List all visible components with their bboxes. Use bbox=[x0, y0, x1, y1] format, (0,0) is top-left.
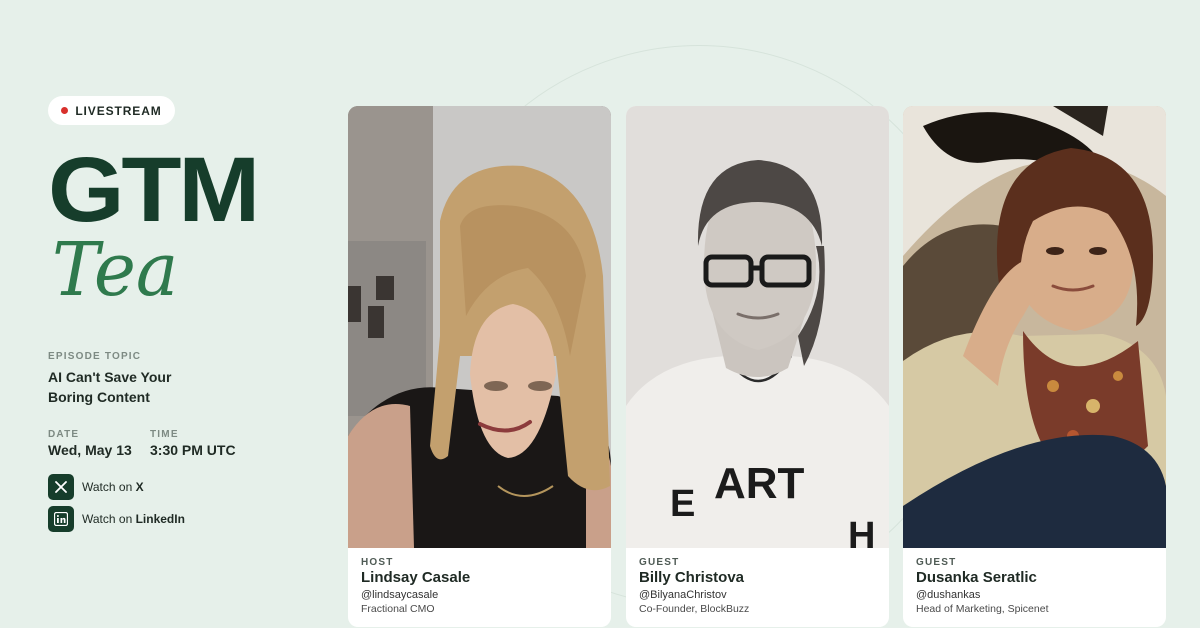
shirt-text-e: E bbox=[670, 483, 695, 525]
speaker-role: HOST bbox=[361, 557, 394, 568]
speaker-card-guest-1: ART E H GUEST Billy Christova @BilyanaCh… bbox=[626, 106, 889, 627]
speaker-name: Billy Christova bbox=[639, 569, 745, 586]
speaker-handle[interactable]: @BilyanaChristov bbox=[639, 589, 727, 601]
speaker-name: Dusanka Seratlic bbox=[916, 569, 1037, 586]
watch-platform: X bbox=[135, 480, 144, 494]
watch-prefix: Watch on bbox=[82, 480, 133, 494]
speaker-name: Lindsay Casale bbox=[361, 569, 471, 586]
speaker-card-guest-2: GUEST Dusanka Seratlic @dushankas Head o… bbox=[903, 106, 1166, 627]
linkedin-logo-icon bbox=[48, 506, 74, 532]
shirt-text-h: H bbox=[848, 515, 875, 548]
date-value: Wed, May 13 bbox=[48, 442, 132, 458]
watch-platform: LinkedIn bbox=[135, 512, 185, 526]
episode-topic: AI Can't Save Your Boring Content bbox=[48, 369, 172, 405]
time-label: TIME bbox=[150, 429, 179, 440]
speaker-photo-lindsay bbox=[348, 106, 611, 548]
speaker-handle[interactable]: @dushankas bbox=[916, 589, 980, 601]
show-title-script: Tea bbox=[52, 227, 179, 313]
live-dot-icon bbox=[61, 107, 69, 114]
speaker-title: Head of Marketing, Spicenet bbox=[916, 603, 1049, 615]
speaker-role: GUEST bbox=[916, 557, 957, 568]
watch-on-x-link[interactable]: Watch on X bbox=[48, 474, 144, 500]
episode-topic-label: EPISODE TOPIC bbox=[48, 351, 142, 362]
livestream-label: LIVESTREAM bbox=[75, 103, 162, 118]
watch-on-linkedin-link[interactable]: Watch on LinkedIn bbox=[48, 506, 185, 532]
speaker-title: Co-Founder, BlockBuzz bbox=[639, 603, 750, 615]
time-value: 3:30 PM UTC bbox=[150, 442, 236, 458]
speaker-photo-dusanka bbox=[903, 106, 1166, 548]
shirt-text-art: ART bbox=[714, 459, 805, 508]
watch-prefix: Watch on bbox=[82, 512, 133, 526]
speaker-title: Fractional CMO bbox=[361, 603, 435, 615]
speaker-card-host: HOST Lindsay Casale @lindsaycasale Fract… bbox=[348, 106, 611, 627]
date-label: DATE bbox=[48, 429, 80, 440]
livestream-badge: LIVESTREAM bbox=[48, 96, 175, 125]
speaker-photo-billy: ART E H bbox=[626, 106, 889, 548]
speaker-handle[interactable]: @lindsaycasale bbox=[361, 589, 438, 601]
speaker-role: GUEST bbox=[639, 557, 680, 568]
x-logo-icon bbox=[48, 474, 74, 500]
